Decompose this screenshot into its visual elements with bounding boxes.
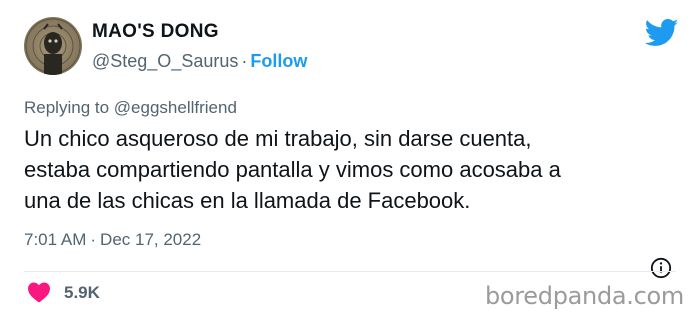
avatar[interactable] [24, 17, 82, 75]
tweet-line: estaba compartiendo pantalla y vimos com… [24, 157, 561, 182]
replying-to: Replying to @eggshellfriend [24, 98, 237, 118]
like-count: 5.9K [64, 283, 100, 302]
timestamp[interactable]: 7:01 AM · Dec 17, 2022 [24, 230, 201, 250]
tweet-line: Un chico asqueroso de mi trabajo, sin da… [24, 126, 532, 151]
divider [24, 271, 676, 272]
twitter-bird-icon[interactable] [645, 18, 679, 48]
tweet-line: una de las chicas en la llamada de Faceb… [24, 188, 471, 213]
avatar-image [25, 18, 81, 75]
watermark: boredpanda.com [484, 282, 684, 310]
reply-mention[interactable]: @eggshellfriend [114, 98, 237, 117]
tweet-date: Dec 17, 2022 [100, 230, 202, 249]
heart-icon[interactable] [27, 281, 51, 303]
tweet-time: 7:01 AM [24, 230, 87, 249]
handle-row: @Steg_O_Saurus · Follow [92, 51, 307, 72]
tweet-text: Un chico asqueroso de mi trabajo, sin da… [24, 123, 684, 216]
info-icon[interactable] [650, 257, 672, 279]
follow-button[interactable]: Follow [250, 51, 307, 71]
user-handle[interactable]: @Steg_O_Saurus [92, 51, 238, 71]
display-name[interactable]: MAO'S DONG [92, 21, 219, 43]
handle-separator: · [241, 51, 248, 71]
time-separator: · [90, 230, 97, 249]
replying-prefix: Replying to [24, 98, 110, 117]
